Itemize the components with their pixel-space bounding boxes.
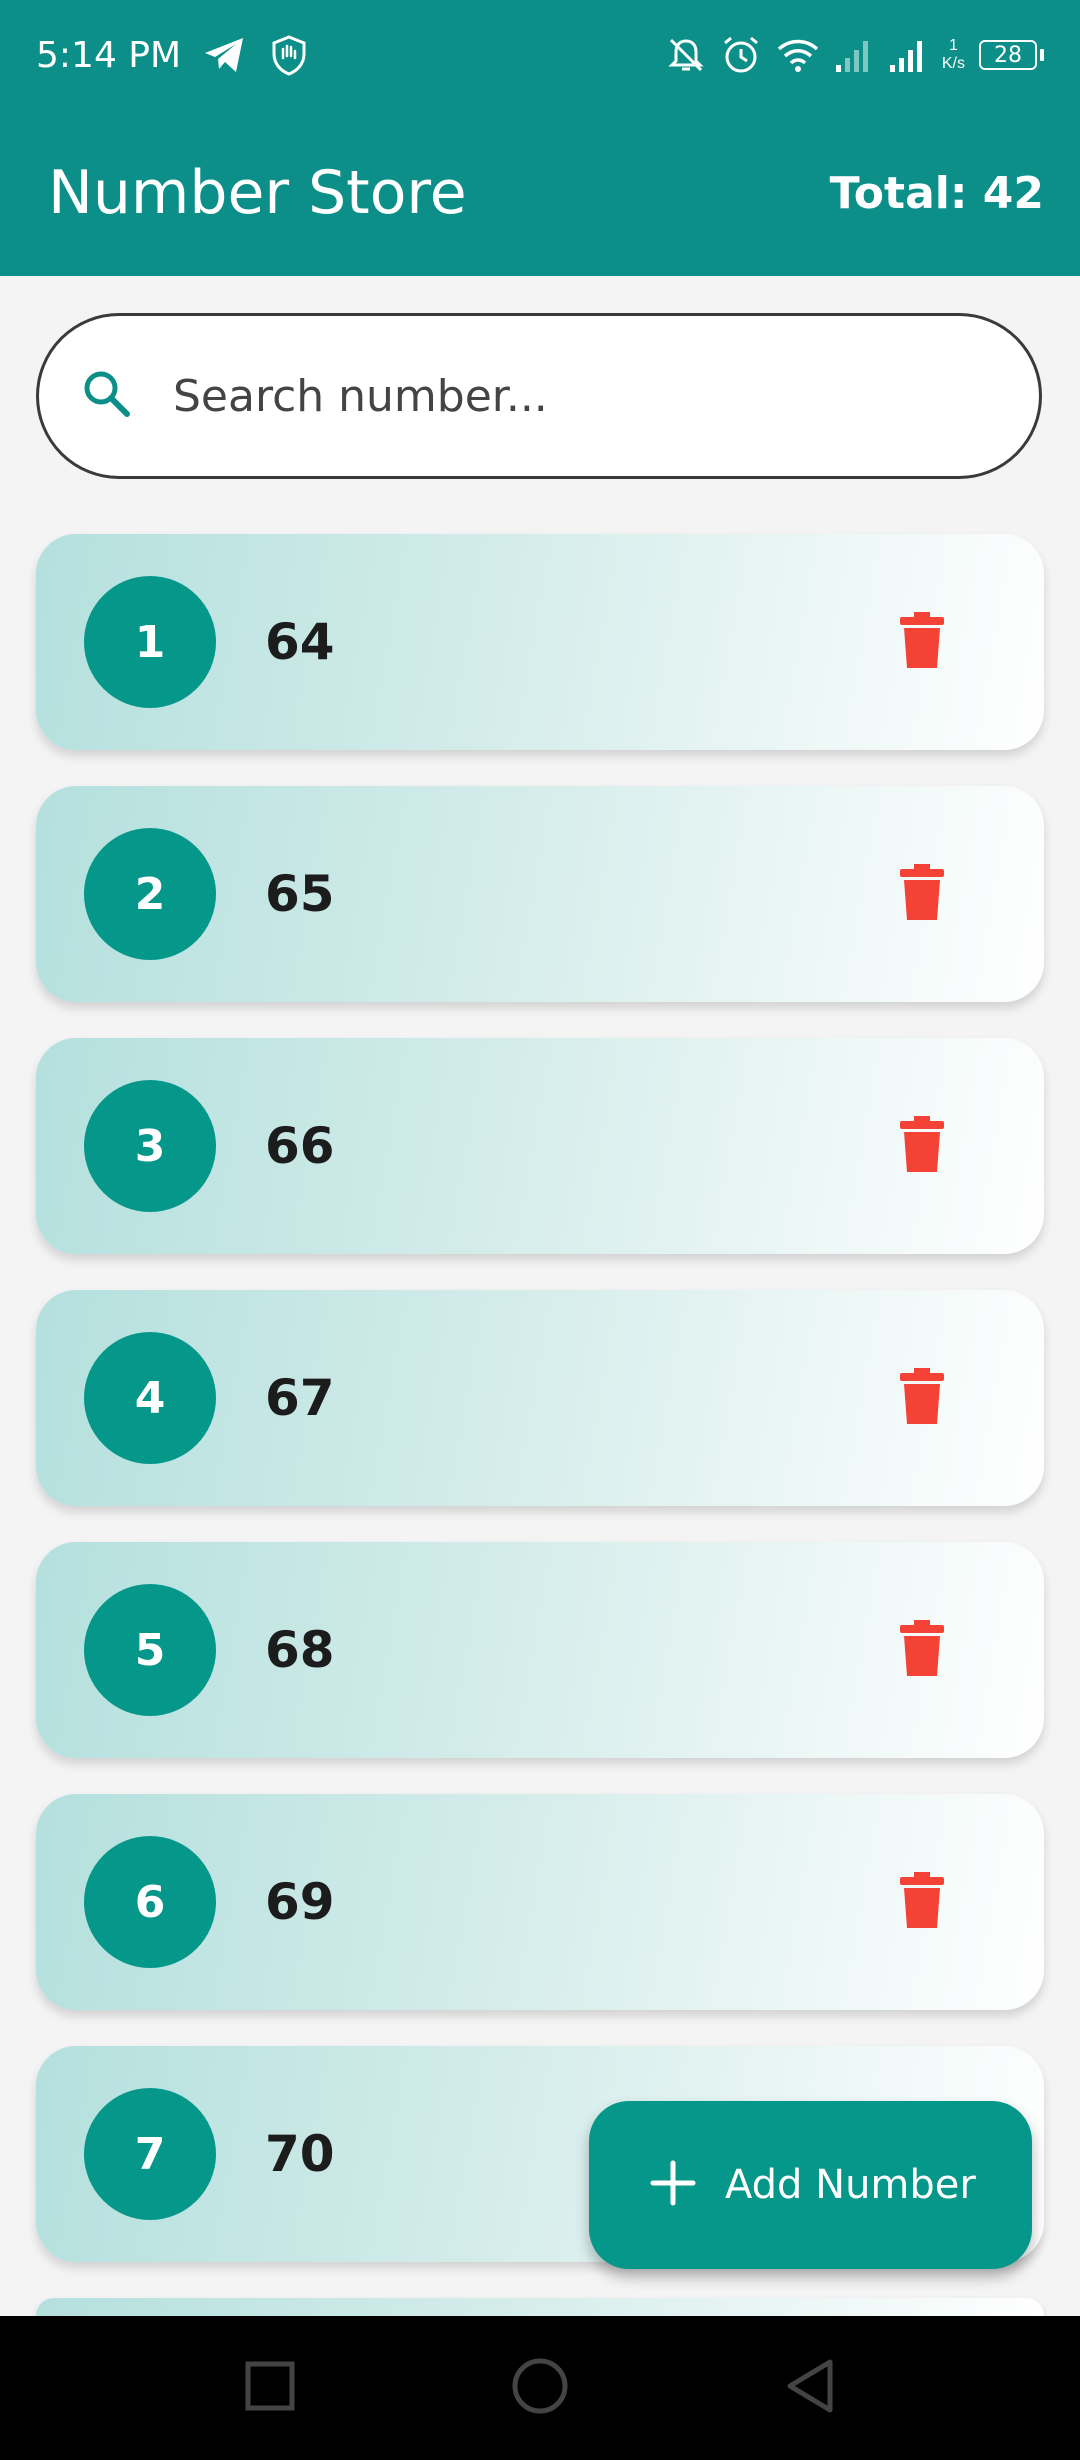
- item-index-badge: 2: [84, 828, 216, 960]
- item-value: 65: [265, 865, 335, 923]
- wifi-icon: [776, 36, 820, 74]
- item-index-badge: 4: [84, 1332, 216, 1464]
- hand-shield-icon: [269, 34, 309, 76]
- list-item[interactable]: 1 64: [36, 534, 1044, 750]
- network-speed: 1 K/s: [942, 37, 965, 73]
- delete-button[interactable]: [894, 610, 950, 674]
- total-count: Total: 42: [829, 167, 1044, 219]
- network-speed-unit: K/s: [941, 55, 965, 72]
- signal-icon: [834, 37, 874, 73]
- item-value: 70: [265, 2125, 335, 2183]
- item-index-badge: 1: [84, 576, 216, 708]
- recents-button[interactable]: [210, 2316, 330, 2460]
- search-input[interactable]: [173, 370, 973, 422]
- item-index-badge: 3: [84, 1080, 216, 1212]
- list-item[interactable]: 2 65: [36, 786, 1044, 1002]
- item-value: 66: [265, 1117, 335, 1175]
- circle-icon: [511, 2357, 569, 2420]
- trash-icon: [900, 611, 944, 673]
- delete-button[interactable]: [894, 1618, 950, 1682]
- page-title: Number Store: [48, 158, 467, 228]
- search-bar[interactable]: [36, 313, 1042, 479]
- square-icon: [245, 2361, 295, 2416]
- network-speed-value: 1: [948, 37, 958, 54]
- system-nav-bar: [0, 2316, 1080, 2460]
- trash-icon: [900, 1367, 944, 1429]
- trash-icon: [900, 863, 944, 925]
- list-item-partial: [36, 2298, 1044, 2316]
- status-bar: 5:14 PM 1 K/s 28: [0, 0, 1080, 110]
- bell-off-icon: [666, 35, 706, 75]
- delete-button[interactable]: [894, 1114, 950, 1178]
- item-index-badge: 6: [84, 1836, 216, 1968]
- battery-icon: 28: [979, 40, 1044, 70]
- delete-button[interactable]: [894, 1366, 950, 1430]
- triangle-back-icon: [784, 2358, 836, 2419]
- item-value: 68: [265, 1621, 335, 1679]
- app-bar: Number Store Total: 42: [0, 110, 1080, 276]
- telegram-icon: [203, 35, 247, 75]
- trash-icon: [900, 1619, 944, 1681]
- item-value: 69: [265, 1873, 335, 1931]
- trash-icon: [900, 1115, 944, 1177]
- signal-icon: [888, 37, 928, 73]
- list-item[interactable]: 4 67: [36, 1290, 1044, 1506]
- alarm-icon: [720, 34, 762, 76]
- status-time: 5:14 PM: [36, 34, 182, 76]
- item-index-badge: 5: [84, 1584, 216, 1716]
- list-item[interactable]: 6 69: [36, 1794, 1044, 2010]
- delete-button[interactable]: [894, 862, 950, 926]
- add-number-button[interactable]: Add Number: [589, 2101, 1032, 2269]
- item-value: 67: [265, 1369, 335, 1427]
- delete-button[interactable]: [894, 1870, 950, 1934]
- battery-level: 28: [979, 40, 1037, 70]
- search-icon: [79, 366, 135, 427]
- list-item[interactable]: 5 68: [36, 1542, 1044, 1758]
- home-button[interactable]: [480, 2316, 600, 2460]
- item-index-badge: 7: [84, 2088, 216, 2220]
- item-value: 64: [265, 613, 335, 671]
- list-item[interactable]: 3 66: [36, 1038, 1044, 1254]
- back-button[interactable]: [750, 2316, 870, 2460]
- add-number-label: Add Number: [725, 2162, 976, 2208]
- plus-icon: [649, 2159, 697, 2212]
- trash-icon: [900, 1871, 944, 1933]
